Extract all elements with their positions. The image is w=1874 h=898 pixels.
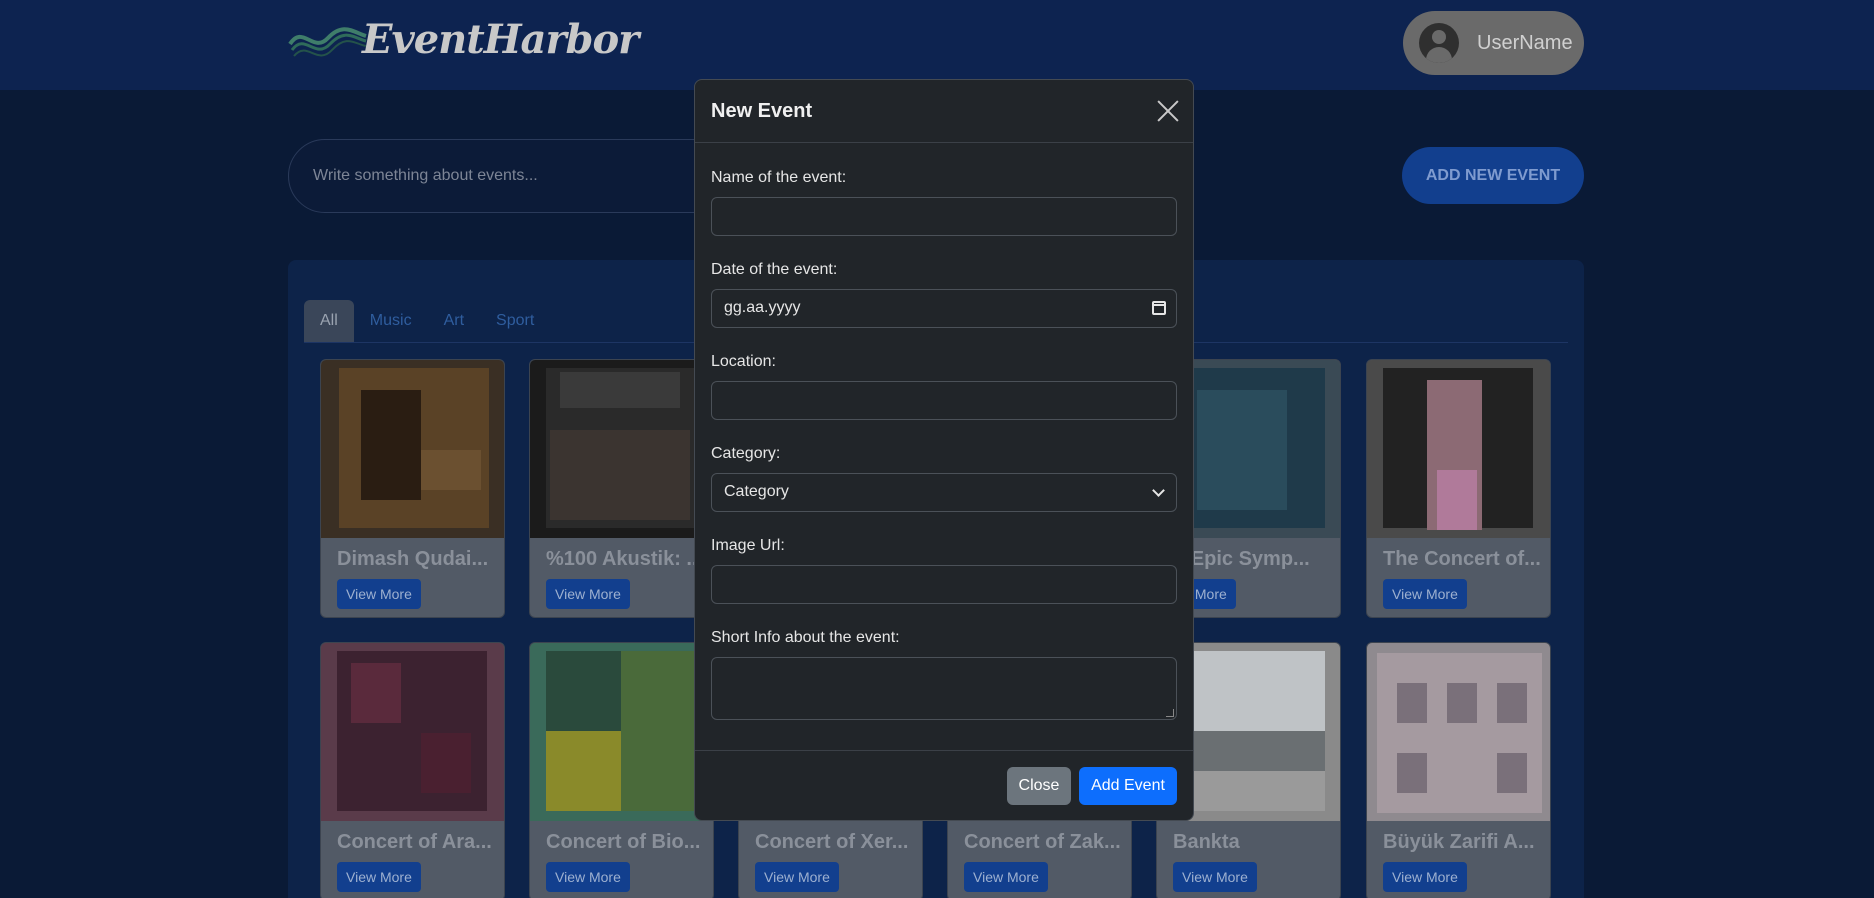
resize-grip-icon[interactable]: [1166, 709, 1174, 717]
name-input[interactable]: [712, 198, 1176, 235]
close-button[interactable]: Close: [1007, 767, 1071, 805]
date-value: gg.aa.yyyy: [724, 299, 801, 316]
location-field: [711, 381, 1177, 420]
short-info-field: [711, 657, 1177, 720]
chevron-down-icon: [1152, 484, 1165, 497]
image-url-field: [711, 565, 1177, 604]
close-icon[interactable]: [1157, 100, 1179, 122]
name-label: Name of the event:: [711, 169, 847, 186]
modal-title: New Event: [711, 100, 813, 122]
modal-header: New Event: [695, 80, 1193, 143]
calendar-icon[interactable]: [1152, 301, 1166, 315]
new-event-modal: New Event Name of the event: Date of the…: [694, 79, 1194, 821]
category-label: Category:: [711, 445, 781, 462]
image-url-label: Image Url:: [711, 537, 785, 554]
add-event-button[interactable]: Add Event: [1079, 767, 1177, 805]
category-select[interactable]: Category: [711, 473, 1177, 512]
name-field: [711, 197, 1177, 236]
image-url-input[interactable]: [712, 566, 1176, 603]
date-field[interactable]: gg.aa.yyyy: [711, 289, 1177, 328]
short-info-textarea[interactable]: [712, 658, 1176, 719]
short-info-label: Short Info about the event:: [711, 629, 900, 646]
location-input[interactable]: [712, 382, 1176, 419]
modal-footer: Close Add Event: [695, 750, 1193, 820]
category-selected-value: Category: [724, 483, 789, 500]
date-label: Date of the event:: [711, 261, 838, 278]
location-label: Location:: [711, 353, 776, 370]
